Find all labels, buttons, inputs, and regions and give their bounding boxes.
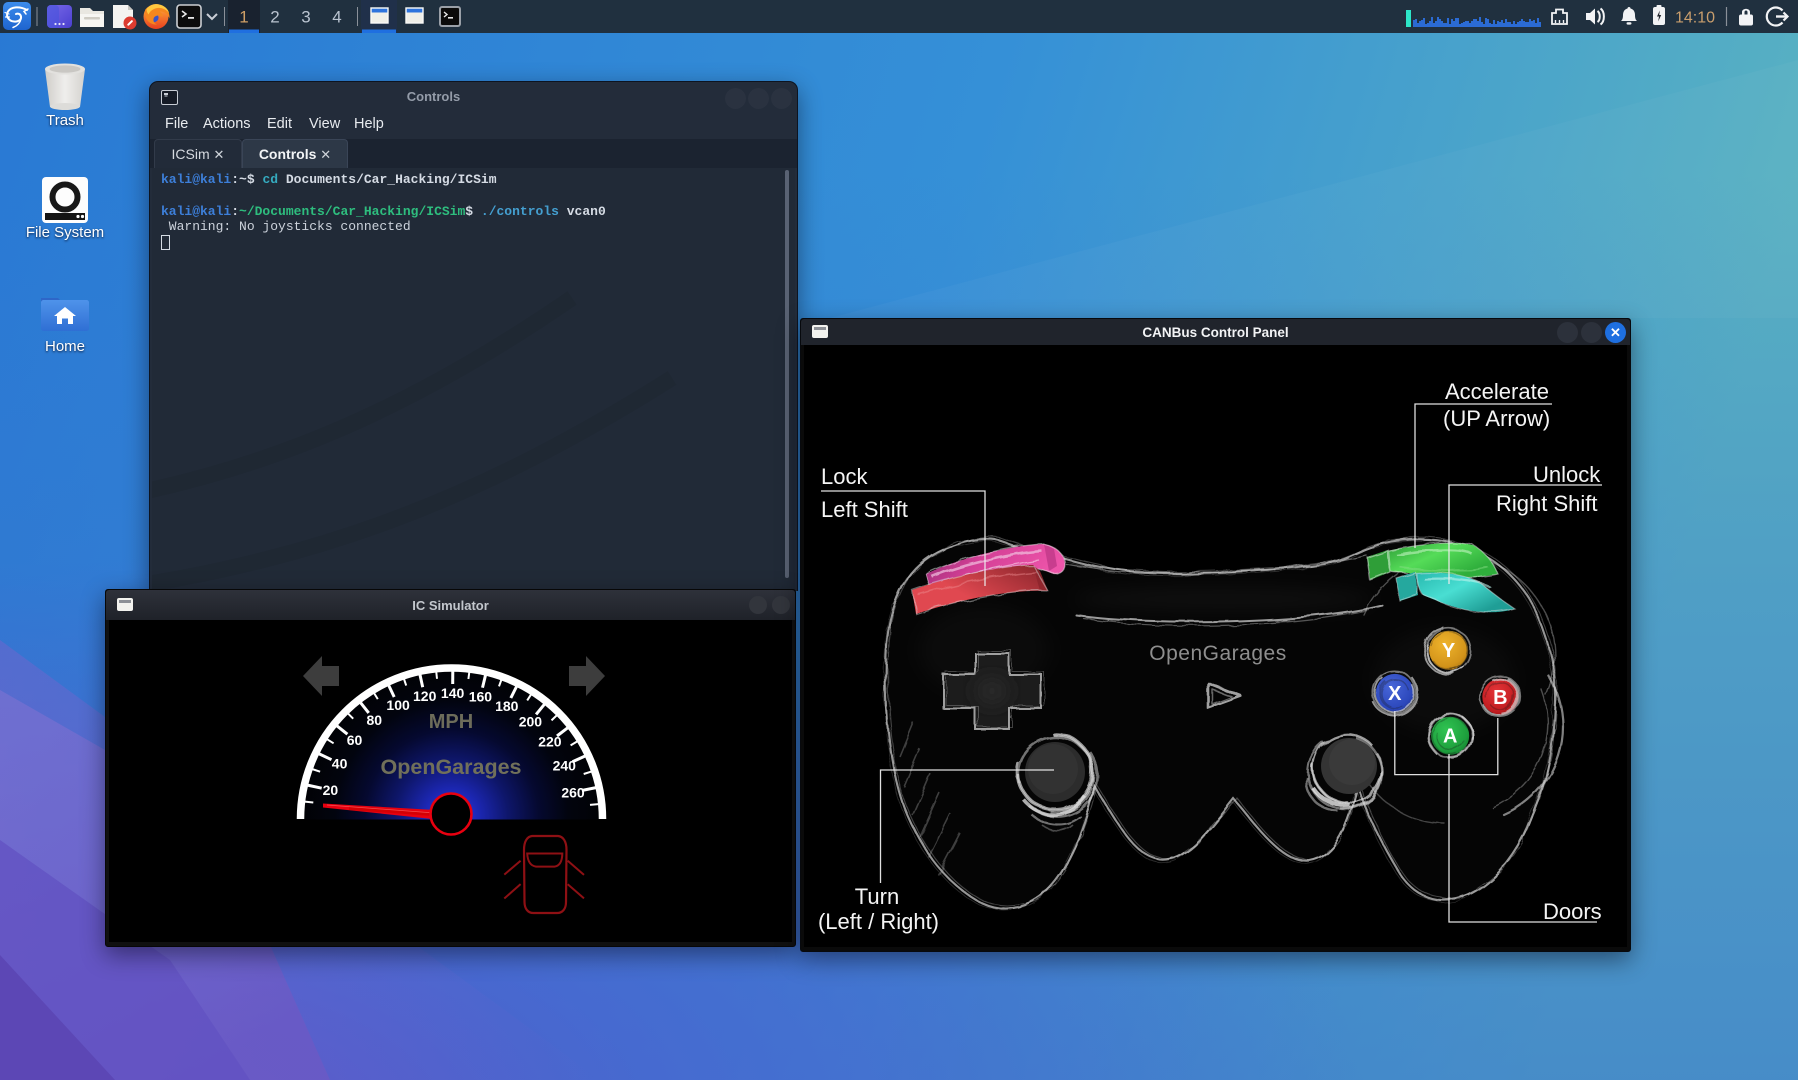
svg-text:Y: Y — [1442, 640, 1456, 662]
svg-text:Right Shift: Right Shift — [1496, 491, 1598, 516]
svg-text:120: 120 — [413, 688, 437, 704]
svg-text:60: 60 — [347, 732, 363, 748]
svg-text:Lock: Lock — [821, 464, 868, 489]
svg-text:X: X — [1388, 683, 1402, 705]
svg-text:Accelerate: Accelerate — [1445, 379, 1549, 404]
svg-text:14:10: 14:10 — [1675, 10, 1715, 27]
svg-text:Left Shift: Left Shift — [821, 497, 908, 522]
svg-text:Doors: Doors — [1543, 899, 1602, 924]
svg-text:260: 260 — [561, 784, 585, 800]
svg-text:20: 20 — [323, 782, 339, 798]
svg-text:40: 40 — [332, 756, 348, 772]
svg-text:220: 220 — [538, 734, 562, 750]
svg-text:200: 200 — [519, 713, 543, 729]
svg-text:Unlock: Unlock — [1533, 462, 1601, 487]
svg-text:(Left / Right): (Left / Right) — [818, 909, 939, 934]
svg-text:MPH: MPH — [429, 711, 473, 733]
svg-text:Turn: Turn — [855, 884, 899, 909]
svg-text:160: 160 — [469, 688, 493, 704]
svg-text:B: B — [1493, 687, 1507, 709]
svg-text:2: 2 — [270, 8, 279, 27]
svg-text:80: 80 — [367, 712, 383, 728]
svg-text:(UP Arrow): (UP Arrow) — [1443, 406, 1550, 431]
svg-text:3: 3 — [301, 8, 310, 27]
svg-text:240: 240 — [553, 758, 577, 774]
svg-text:1: 1 — [239, 8, 248, 27]
svg-text:OpenGarages: OpenGarages — [381, 755, 522, 779]
svg-text:OpenGarages: OpenGarages — [1149, 642, 1286, 665]
svg-text:180: 180 — [495, 698, 519, 714]
svg-text:4: 4 — [332, 8, 341, 27]
svg-text:140: 140 — [441, 685, 465, 701]
svg-text:A: A — [1443, 726, 1457, 748]
svg-text:100: 100 — [386, 697, 410, 713]
